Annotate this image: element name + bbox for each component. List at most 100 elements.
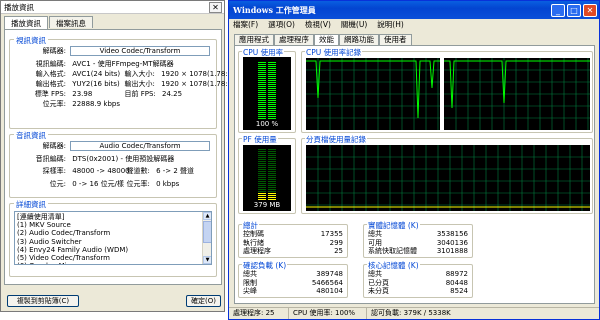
gauge-segment bbox=[258, 66, 266, 67]
filter-list-item[interactable]: (5) Video Codec/Transform bbox=[17, 254, 209, 262]
close-icon[interactable]: ✕ bbox=[209, 1, 222, 13]
gauge-segment bbox=[258, 114, 266, 115]
cpu-usage-group: CPU 使用率 100 % bbox=[238, 47, 296, 133]
standard-fps-label: 標準 FPS: bbox=[34, 90, 66, 98]
scroll-thumb[interactable] bbox=[203, 221, 211, 243]
current-fps-value: 24.25 bbox=[161, 90, 183, 98]
playback-tabs: 播放資訊 檔案訊息 bbox=[4, 16, 94, 29]
filter-list-item[interactable]: (4) Envy24 Family Audio (WDM) bbox=[17, 246, 209, 254]
gauge-segment bbox=[268, 108, 276, 109]
gauge-segment bbox=[258, 86, 266, 87]
gauge-segment bbox=[268, 151, 276, 152]
maximize-icon[interactable]: □ bbox=[567, 3, 581, 17]
pf-history-chart bbox=[306, 145, 590, 211]
gauge-segment bbox=[268, 78, 276, 79]
cpu-history-graph-2 bbox=[444, 58, 590, 130]
handles-value: 17355 bbox=[320, 230, 343, 238]
gauge-segment bbox=[268, 70, 276, 71]
gauge-segment bbox=[258, 189, 266, 190]
pf-usage-gauge: 379 MB bbox=[243, 145, 291, 211]
gauge-segment bbox=[258, 173, 266, 174]
gauge-segment bbox=[268, 80, 276, 81]
playback-info-window: 播放資訊 ✕ 播放資訊 檔案訊息 視訊資訊 解碼器: Video Codec/T… bbox=[0, 0, 235, 312]
gauge-segment bbox=[268, 92, 276, 93]
video-codec-label: 視訊編碼: bbox=[35, 60, 66, 68]
scroll-down-icon[interactable]: ▼ bbox=[203, 256, 211, 264]
gauge-segment bbox=[268, 116, 276, 117]
copy-to-clipboard-button[interactable]: 複製到剪貼簿(C) bbox=[7, 295, 79, 307]
status-commit: 認可負載: 379K / 5338K bbox=[371, 309, 451, 317]
filter-list-item[interactable]: [連續使用清單] bbox=[17, 213, 209, 221]
gauge-segment bbox=[258, 163, 266, 164]
gauge-segment bbox=[258, 185, 266, 186]
menu-item-2[interactable]: 檢視(V) bbox=[305, 19, 331, 30]
gauge-segment bbox=[258, 197, 266, 198]
tab-file-info[interactable]: 檔案訊息 bbox=[49, 16, 93, 28]
gauge-segment bbox=[258, 100, 266, 101]
filter-list-item[interactable]: (1) MKV Source bbox=[17, 221, 209, 229]
gauge-segment bbox=[268, 163, 276, 164]
gauge-segment bbox=[258, 94, 266, 95]
gauge-segment bbox=[258, 153, 266, 154]
gauge-segment bbox=[268, 171, 276, 172]
gauge-segment bbox=[268, 155, 276, 156]
gauge-segment bbox=[268, 90, 276, 91]
gauge-segment bbox=[258, 102, 266, 103]
tab-4[interactable]: 使用者 bbox=[379, 34, 412, 45]
performance-panel: CPU 使用率 100 % CPU 使用率記錄 PF 使用量 379 MB 分頁… bbox=[234, 45, 595, 304]
gauge-segment bbox=[258, 157, 266, 158]
gauge-segment bbox=[268, 159, 276, 160]
menu-item-1[interactable]: 選項(O) bbox=[268, 19, 295, 30]
kernel-total-label: 總共 bbox=[368, 270, 382, 278]
tab-0[interactable]: 應用程式 bbox=[234, 34, 274, 45]
filter-list-item[interactable]: (2) Audio Codec/Transform bbox=[17, 229, 209, 237]
tab-3[interactable]: 網路功能 bbox=[339, 34, 379, 45]
commit-charge-group: 確認負載 (K) 總共 389748 限制 5466564 尖峰 480104 bbox=[238, 260, 348, 298]
input-format-label: 輸入格式: bbox=[35, 70, 66, 78]
tab-playback-info[interactable]: 播放資訊 bbox=[4, 16, 48, 29]
filter-list-scrollbar[interactable]: ▲ ▼ bbox=[202, 212, 211, 264]
close-icon[interactable]: ✕ bbox=[583, 3, 597, 17]
system-cache-value: 3101888 bbox=[436, 247, 468, 256]
task-manager-window: Windows 工作管理員 _ □ ✕ 檔案(F) 選項(O) 檢視(V) 關機(U)… bbox=[228, 0, 600, 320]
channels-label: 聲道數: bbox=[126, 167, 150, 175]
gauge-segment bbox=[258, 161, 266, 162]
video-bitrate-label: 位元率: bbox=[42, 100, 66, 108]
minimize-icon[interactable]: _ bbox=[551, 3, 565, 17]
tab-1[interactable]: 處理程序 bbox=[274, 34, 314, 45]
gauge-segment bbox=[268, 179, 276, 180]
gauge-segment bbox=[268, 199, 276, 200]
gauge-segment bbox=[258, 72, 266, 73]
filter-list-item[interactable]: (3) Audio Switcher bbox=[17, 238, 209, 246]
physical-total-label: 總共 bbox=[368, 230, 382, 238]
gauge-segment bbox=[268, 88, 276, 89]
gauge-segment bbox=[268, 102, 276, 103]
input-size-label: 輸入大小: bbox=[124, 70, 155, 78]
gauge-segment bbox=[268, 62, 276, 63]
totals-table: 控制碼 17355 執行緒 299 處理程序 25 bbox=[243, 230, 343, 256]
commit-total-label: 總共 bbox=[243, 270, 257, 278]
kernel-memory-table: 總共 88972 已分頁 80448 未分頁 8524 bbox=[368, 270, 468, 296]
cpu-history-group: CPU 使用率記錄 bbox=[301, 47, 593, 133]
commit-peak-value: 480104 bbox=[316, 287, 343, 296]
gauge-segment bbox=[258, 64, 266, 65]
audio-codec-label: 音訊編碼: bbox=[35, 155, 66, 163]
task-manager-menubar: 檔案(F) 選項(O) 檢視(V) 關機(U) 說明(H) bbox=[229, 19, 599, 29]
filter-list[interactable]: ▲ ▼ [連續使用清單] (1) MKV Source (2) Audio Code… bbox=[14, 211, 212, 265]
kernel-paged-label: 已分頁 bbox=[368, 278, 389, 287]
audio-info-group: 音訊資訊 解碼器: Audio Codec/Transform 音訊編碼: DT… bbox=[9, 130, 217, 198]
gauge-segment bbox=[268, 112, 276, 113]
gauge-segment bbox=[268, 118, 276, 119]
menu-item-4[interactable]: 說明(H) bbox=[377, 19, 404, 30]
filter-list-item[interactable]: (6) Overlay Mixer bbox=[17, 262, 209, 264]
ok-button[interactable]: 確定(O) bbox=[186, 295, 221, 307]
gauge-segment bbox=[268, 74, 276, 75]
gauge-segment bbox=[268, 173, 276, 174]
scroll-up-icon[interactable]: ▲ bbox=[203, 212, 211, 220]
gauge-segment bbox=[258, 118, 266, 119]
menu-item-0[interactable]: 檔案(F) bbox=[233, 19, 258, 30]
menu-item-3[interactable]: 關機(U) bbox=[341, 19, 367, 30]
cpu-history-chart-1 bbox=[306, 58, 440, 130]
gauge-segment bbox=[268, 187, 276, 188]
gauge-segment bbox=[258, 70, 266, 71]
